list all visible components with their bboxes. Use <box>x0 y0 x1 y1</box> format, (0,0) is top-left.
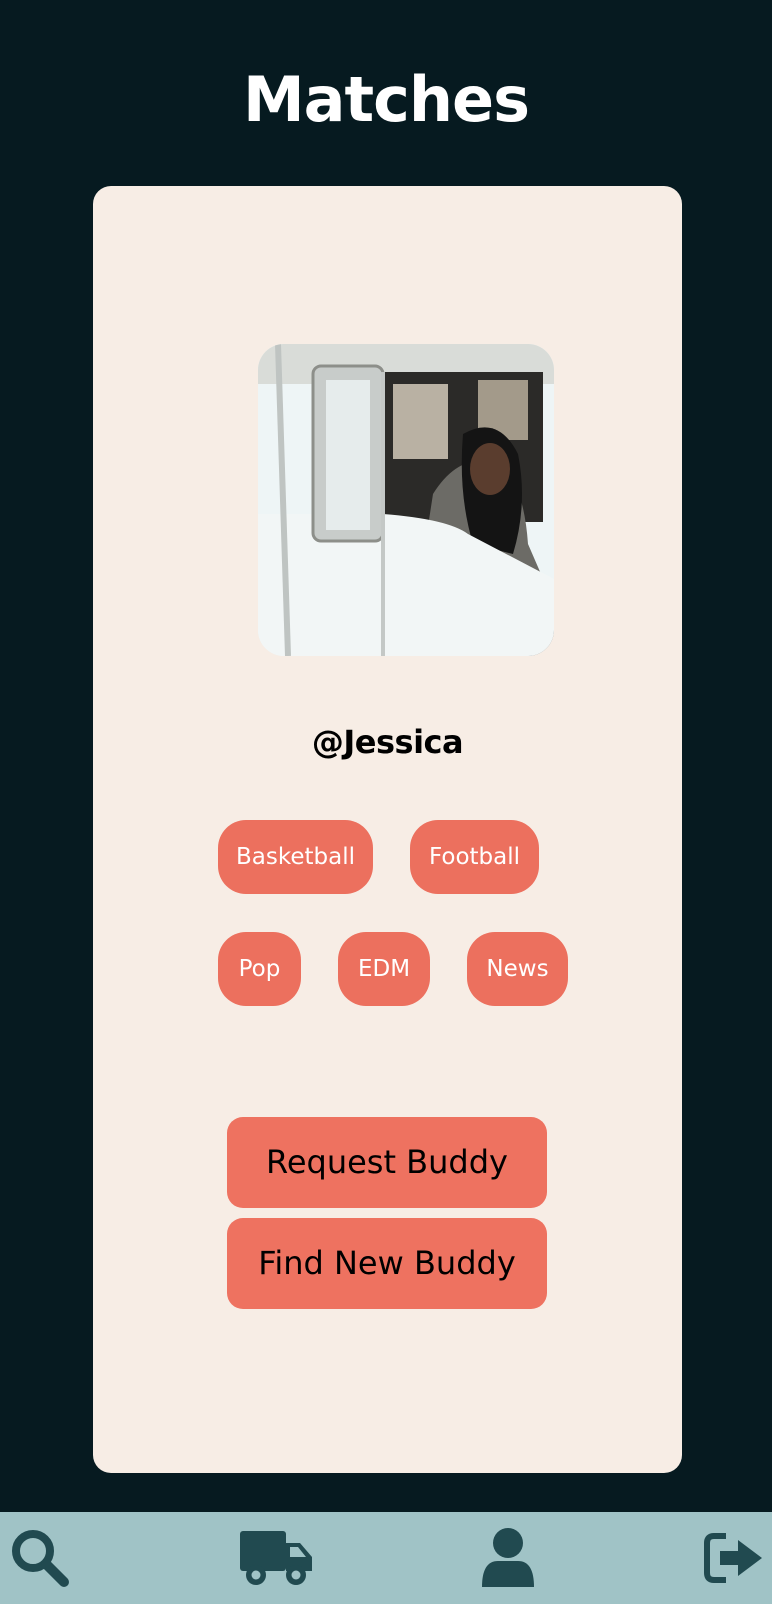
tag-edm: EDM <box>338 932 430 1006</box>
profile-photo <box>258 344 554 656</box>
find-new-buddy-button[interactable]: Find New Buddy <box>227 1218 547 1309</box>
user-icon <box>482 1528 534 1587</box>
truck-icon <box>240 1531 312 1585</box>
search-icon <box>12 1530 69 1587</box>
nav-profile[interactable] <box>468 1512 548 1604</box>
match-card: @Jessica Basketball Football Pop EDM New… <box>93 186 682 1473</box>
nav-search[interactable] <box>0 1512 80 1604</box>
tag-football: Football <box>410 820 539 894</box>
nav-truck[interactable] <box>236 1512 316 1604</box>
request-buddy-button[interactable]: Request Buddy <box>227 1117 547 1208</box>
nav-sign-out[interactable] <box>698 1512 772 1604</box>
tag-news: News <box>467 932 568 1006</box>
tag-pop: Pop <box>218 932 301 1006</box>
bottom-nav <box>0 1512 772 1604</box>
username: @Jessica <box>311 723 464 761</box>
page-title: Matches <box>242 63 530 136</box>
tag-basketball: Basketball <box>218 820 373 894</box>
sign-out-icon <box>704 1533 762 1583</box>
